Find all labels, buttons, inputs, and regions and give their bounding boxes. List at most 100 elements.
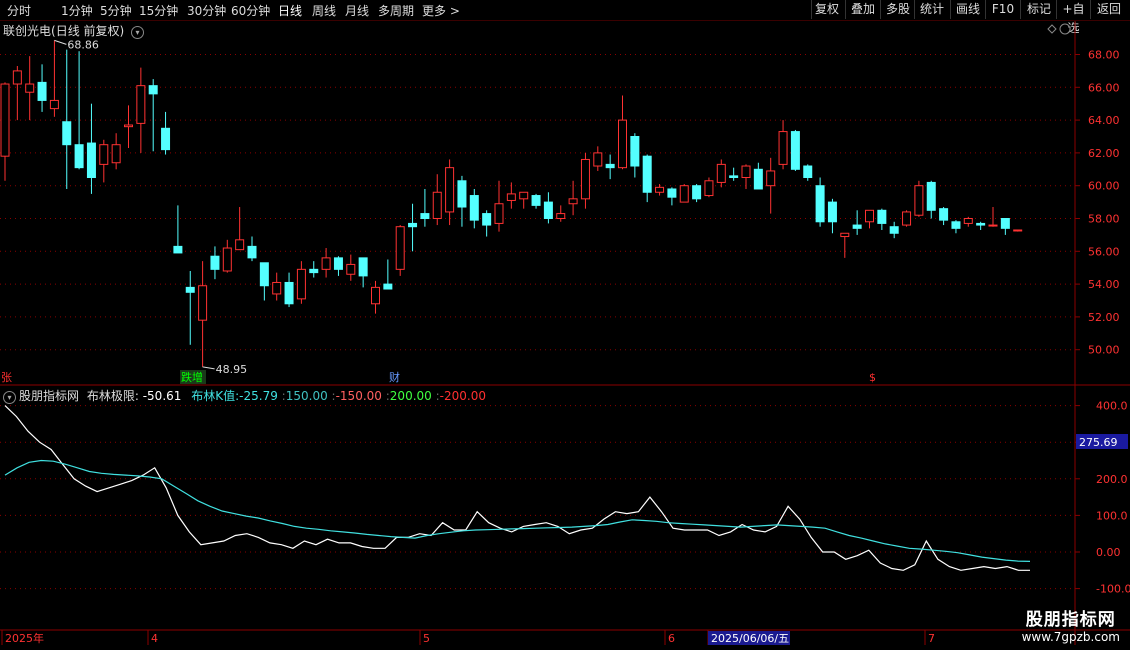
toolbar-item-1[interactable]: 1分钟 bbox=[61, 2, 93, 19]
candle-up bbox=[346, 263, 356, 275]
toolbar-right-5[interactable]: F10 bbox=[985, 0, 1020, 19]
x-axis-label: 2025/06/06/五 bbox=[711, 632, 789, 645]
y-tick-label: 60.00 bbox=[1088, 180, 1120, 193]
candle-down bbox=[939, 208, 949, 221]
candle-up bbox=[568, 198, 578, 205]
toolbar-right-3[interactable]: 统计 bbox=[914, 0, 949, 19]
y-tick-label: 68.00 bbox=[1088, 49, 1120, 62]
candle-down bbox=[827, 201, 837, 223]
toolbar-right-1[interactable]: 叠加 bbox=[845, 0, 880, 19]
candle-up bbox=[12, 70, 22, 85]
indicator-tick-label: 100.0 bbox=[1096, 509, 1128, 522]
current-value-box bbox=[1076, 434, 1128, 449]
candle-down bbox=[62, 121, 72, 146]
toolbar-item-4[interactable]: 30分钟 bbox=[187, 2, 226, 19]
candle-up bbox=[432, 191, 442, 219]
candle-down bbox=[889, 226, 899, 234]
candle-up bbox=[988, 224, 998, 227]
candle-up bbox=[778, 131, 788, 165]
candle-down bbox=[803, 165, 813, 179]
candle-up bbox=[963, 218, 973, 224]
candle-up bbox=[618, 119, 627, 169]
candle-up bbox=[902, 211, 912, 226]
diamond-icon[interactable] bbox=[1047, 24, 1057, 34]
candle-up bbox=[593, 152, 603, 167]
toolbar-right-0[interactable]: 复权 bbox=[811, 0, 842, 19]
toolbar-right-2[interactable]: 多股 bbox=[880, 0, 915, 19]
indicator-source: 股朋指标网 bbox=[19, 389, 80, 403]
k-value: -25.79 bbox=[239, 389, 278, 403]
candle-up bbox=[556, 213, 566, 220]
high-pointer bbox=[54, 39, 67, 45]
toolbar-item-7[interactable]: 周线 bbox=[312, 2, 336, 19]
y-tick-label: 62.00 bbox=[1088, 147, 1120, 160]
chevron-down-icon[interactable]: ▾ bbox=[3, 391, 16, 404]
y-tick-label: 64.00 bbox=[1088, 114, 1120, 127]
low-pointer bbox=[202, 366, 215, 370]
event-marker: 张 bbox=[1, 371, 12, 384]
candle-up bbox=[506, 193, 516, 201]
candle-up bbox=[111, 144, 121, 164]
low-label: 48.95 bbox=[216, 363, 248, 376]
candle-down bbox=[667, 188, 677, 198]
toolbar-item-9[interactable]: 多周期 bbox=[378, 2, 414, 19]
level-200: 200.00 bbox=[389, 389, 432, 403]
toolbar-right-8[interactable]: 返回 bbox=[1090, 0, 1127, 19]
event-marker: 财 bbox=[389, 370, 400, 384]
candle-down bbox=[482, 213, 492, 226]
k-label: 布林K值 bbox=[191, 389, 236, 403]
y-tick-label: 66.00 bbox=[1088, 81, 1120, 94]
candle-up bbox=[0, 83, 10, 157]
candle-down bbox=[692, 185, 702, 200]
toolbar-item-0[interactable]: 分时 bbox=[7, 2, 31, 19]
chart-canvas[interactable]: 68.0066.0064.0062.0060.0058.0056.0054.00… bbox=[0, 0, 1130, 650]
toolbar-item-10[interactable]: 更多 > bbox=[422, 2, 460, 19]
candle-up bbox=[25, 83, 35, 93]
candle-up bbox=[321, 257, 331, 270]
chevron-down-icon[interactable]: ▾ bbox=[131, 26, 145, 39]
candle-up bbox=[679, 185, 689, 203]
candle-up bbox=[1013, 229, 1023, 232]
candle-up bbox=[741, 165, 751, 179]
candle-down bbox=[877, 209, 887, 224]
x-axis-label: 2025年 bbox=[5, 631, 44, 645]
toolbar-item-5[interactable]: 60分钟 bbox=[231, 2, 270, 19]
candle-down bbox=[469, 195, 479, 221]
toolbar-right-7[interactable]: +自选 bbox=[1056, 0, 1090, 35]
candle-down bbox=[420, 213, 430, 220]
toolbar-item-8[interactable]: 月线 bbox=[345, 2, 369, 19]
candle-down bbox=[1000, 218, 1010, 229]
candle-down bbox=[259, 262, 269, 287]
y-tick-label: 52.00 bbox=[1088, 311, 1120, 324]
toolbar-item-3[interactable]: 15分钟 bbox=[139, 2, 178, 19]
candle-up bbox=[222, 247, 232, 272]
candle-up bbox=[99, 144, 109, 165]
candle-up bbox=[49, 99, 59, 110]
candle-down bbox=[642, 155, 652, 193]
watermark-title: 股朋指标网 bbox=[1025, 610, 1116, 630]
bollinger-k-line bbox=[4, 459, 1031, 562]
candle-down bbox=[976, 222, 986, 226]
toolbar-item-6[interactable]: 日线 bbox=[278, 2, 302, 19]
candle-down bbox=[408, 222, 418, 228]
candle-down bbox=[333, 257, 343, 270]
high-label: 68.86 bbox=[67, 38, 99, 51]
watermark-url: www.7gpzb.com bbox=[1021, 630, 1120, 644]
candle-up bbox=[235, 239, 245, 251]
indicator-tick-label: 200.0 bbox=[1096, 473, 1128, 486]
stock-name: 联创光电 bbox=[3, 24, 52, 38]
candle-down bbox=[457, 180, 467, 208]
event-bg bbox=[180, 370, 206, 384]
toolbar-right-4[interactable]: 画线 bbox=[950, 0, 985, 19]
y-tick-label: 54.00 bbox=[1088, 278, 1120, 291]
toolbar-right-6[interactable]: 标记 bbox=[1020, 0, 1057, 19]
x-highlight bbox=[708, 631, 790, 645]
candle-up bbox=[519, 191, 529, 200]
y-tick-label: 56.00 bbox=[1088, 245, 1120, 258]
toolbar-item-2[interactable]: 5分钟 bbox=[100, 2, 132, 19]
bollinger-limit-line bbox=[4, 405, 1030, 571]
candle-down bbox=[630, 136, 640, 167]
x-axis-label: 5 bbox=[423, 632, 430, 645]
x-axis-label: 7 bbox=[928, 632, 935, 645]
candle-down bbox=[185, 286, 195, 293]
